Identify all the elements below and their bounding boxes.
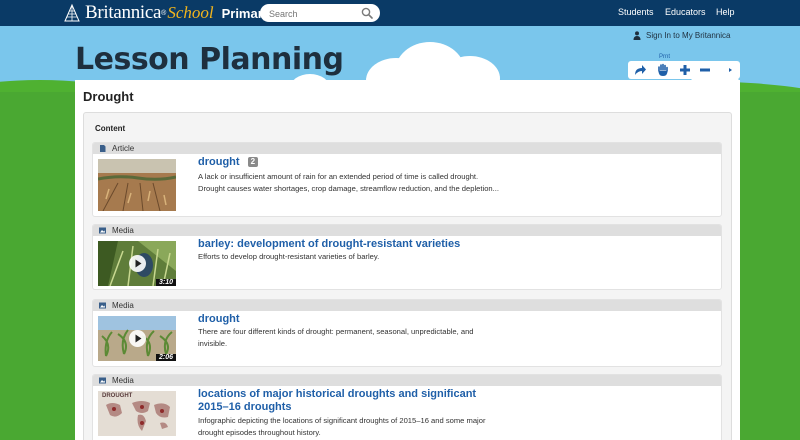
content-item: Media 2:06 drought There are four differ… <box>92 299 722 367</box>
signin-label: Sign In to My Britannica <box>646 31 731 40</box>
hand-icon[interactable] <box>656 63 670 77</box>
item-title-text: drought <box>198 156 240 168</box>
dry-field-image <box>98 159 176 211</box>
zoom-out-icon[interactable] <box>698 63 712 77</box>
content-label: Content <box>95 124 126 133</box>
britannica-school-logo[interactable]: Britannica ® School Primary <box>62 2 270 24</box>
video-duration: 2:06 <box>155 354 176 361</box>
section-title: Drought <box>83 89 134 104</box>
item-type-label: Article <box>112 144 135 153</box>
media-icon <box>99 302 106 309</box>
search-input[interactable] <box>260 5 352 23</box>
content-list-box: Content Article drought 2 A lack or insu… <box>83 112 732 440</box>
toolbar-label: Prnt <box>659 54 671 60</box>
nav-students-link[interactable]: Students <box>618 7 654 17</box>
video-duration: 3:10 <box>155 279 176 286</box>
item-type-header: Article <box>93 143 721 154</box>
content-item: Article drought 2 A lack or insufficient… <box>92 142 722 217</box>
search-box <box>260 4 380 23</box>
infographic-title: DROUGHT <box>102 393 133 399</box>
item-type-label: Media <box>112 376 134 385</box>
media-icon <box>99 377 106 384</box>
item-title-link[interactable]: barley: development of drought-resistant… <box>198 238 508 251</box>
item-thumbnail[interactable]: DROUGHT <box>98 391 176 436</box>
content-item: Media 3:10 barley: development of drough… <box>92 224 722 290</box>
expand-arrow-icon[interactable] <box>723 63 737 77</box>
main-content-panel: Drought Content Article drought 2 A lack… <box>75 80 740 440</box>
item-thumbnail[interactable] <box>98 159 176 211</box>
nav-educators-link[interactable]: Educators <box>665 7 706 17</box>
search-icon[interactable] <box>361 7 373 19</box>
item-title-text: drought <box>198 313 240 325</box>
item-description: There are four different kinds of drough… <box>198 327 474 348</box>
nav-help-link[interactable]: Help <box>716 7 735 17</box>
item-type-label: Media <box>112 226 134 235</box>
signin-link[interactable]: Sign In to My Britannica <box>633 31 730 40</box>
logo-school-text: School <box>167 3 214 22</box>
thistle-logo-icon <box>64 3 80 22</box>
page-title: Lesson Planning <box>75 42 344 77</box>
item-title-text: barley: development of drought-resistant… <box>198 238 461 250</box>
item-type-header: Media <box>93 375 721 386</box>
item-type-header: Media <box>93 300 721 311</box>
item-title-text: locations of major historical droughts a… <box>198 388 477 413</box>
top-navigation-bar: Britannica ® School Primary Students Edu… <box>0 0 800 26</box>
content-item: Media DROUGHT locations of major histori… <box>92 374 722 440</box>
zoom-in-icon[interactable] <box>678 63 692 77</box>
logo-brand-text: Britannica <box>85 2 162 23</box>
play-icon[interactable] <box>128 254 147 273</box>
item-title-link[interactable]: drought <box>198 313 508 326</box>
item-title-link[interactable]: locations of major historical droughts a… <box>198 388 508 414</box>
item-type-header: Media <box>93 225 721 236</box>
article-icon <box>100 145 106 152</box>
item-description: Infographic depicting the locations of s… <box>198 416 486 437</box>
item-type-label: Media <box>112 301 134 310</box>
video-thumbnail[interactable]: 2:06 <box>98 316 176 361</box>
item-count-badge: 2 <box>247 157 259 167</box>
media-icon <box>99 227 106 234</box>
video-thumbnail[interactable]: 3:10 <box>98 241 176 286</box>
share-icon[interactable] <box>633 63 647 77</box>
item-title-link[interactable]: drought 2 <box>198 156 508 169</box>
user-icon <box>633 31 641 40</box>
item-description: A lack or insufficient amount of rain fo… <box>198 172 499 193</box>
item-description: Efforts to develop drought-resistant var… <box>198 252 380 261</box>
play-icon[interactable] <box>128 329 147 348</box>
logo-trademark: ® <box>161 9 167 17</box>
